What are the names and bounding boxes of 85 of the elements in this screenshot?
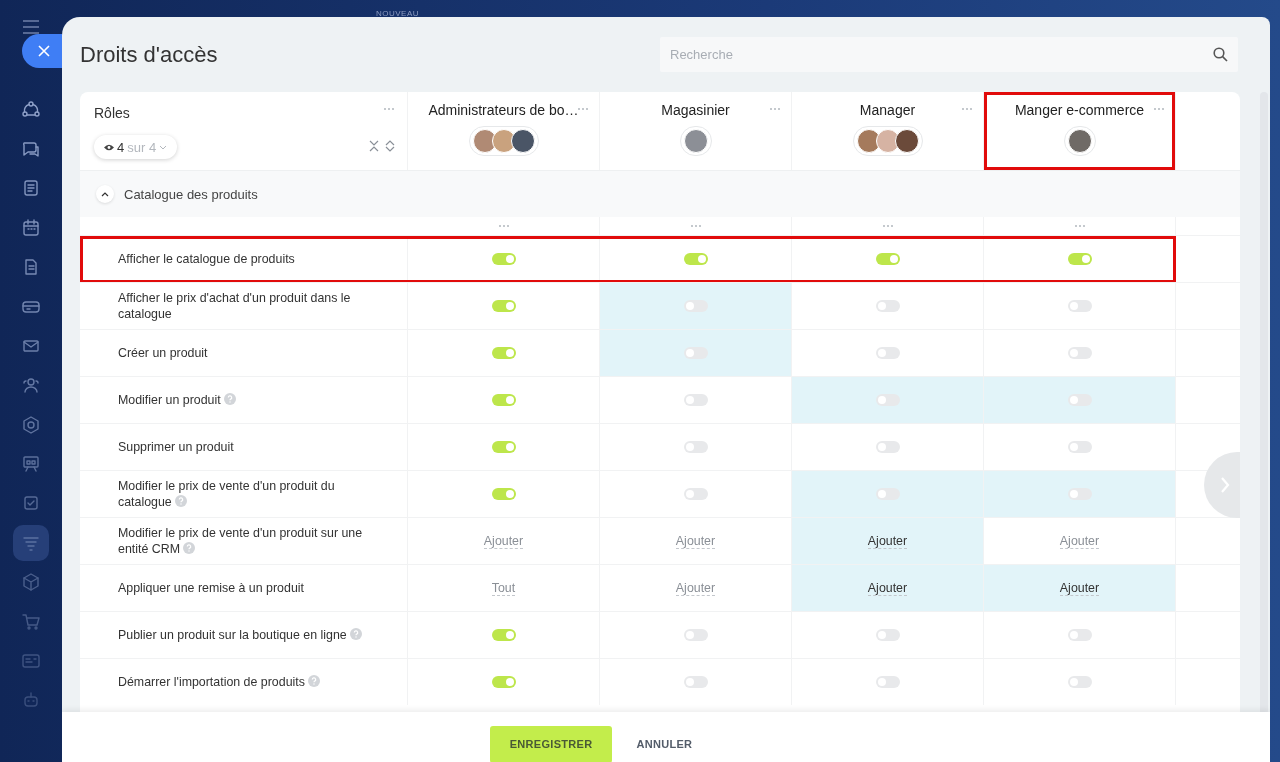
more-icon[interactable] bbox=[383, 107, 395, 111]
toggle-switch[interactable] bbox=[875, 394, 900, 406]
help-icon[interactable] bbox=[224, 393, 237, 405]
toggle-switch[interactable] bbox=[491, 394, 516, 406]
section-title: Catalogue des produits bbox=[124, 186, 258, 202]
avatar-group[interactable] bbox=[468, 126, 539, 156]
add-link[interactable]: Ajouter bbox=[675, 580, 716, 596]
more-icon[interactable] bbox=[1073, 224, 1086, 228]
document-icon bbox=[21, 178, 41, 199]
toggle-switch[interactable] bbox=[491, 253, 516, 265]
chat-icon bbox=[21, 139, 41, 160]
permission-label: Modifier le prix de vente d'un produit du catalogue bbox=[118, 478, 336, 510]
chevron-up-icon bbox=[101, 191, 109, 197]
hexagon-icon bbox=[21, 414, 41, 435]
toggle-switch[interactable] bbox=[491, 347, 516, 359]
toggle-switch[interactable] bbox=[491, 676, 516, 688]
nodes-icon bbox=[21, 99, 41, 120]
toggle-switch[interactable] bbox=[683, 253, 708, 265]
sidebar-item[interactable] bbox=[13, 524, 49, 561]
more-icon[interactable] bbox=[577, 107, 589, 111]
toggle-switch[interactable] bbox=[491, 629, 516, 641]
help-icon[interactable] bbox=[308, 675, 321, 687]
section-toggle[interactable] bbox=[96, 185, 114, 203]
people-icon bbox=[21, 375, 41, 396]
toggle-switch[interactable] bbox=[491, 488, 516, 500]
eye-icon bbox=[104, 143, 114, 151]
more-icon[interactable] bbox=[497, 224, 510, 228]
search-icon[interactable] bbox=[1213, 47, 1228, 62]
permission-label: Publier un produit sur la boutique en ligne bbox=[118, 627, 363, 643]
permission-label: Appliquer une remise à un produit bbox=[118, 580, 304, 596]
help-icon[interactable] bbox=[183, 542, 196, 554]
add-link[interactable]: Ajouter bbox=[1059, 580, 1100, 596]
more-icon[interactable] bbox=[689, 224, 702, 228]
menu-icon[interactable] bbox=[21, 20, 41, 34]
toggle-switch[interactable] bbox=[875, 488, 900, 500]
toggle-switch[interactable] bbox=[875, 253, 900, 265]
scrollbar[interactable] bbox=[1260, 92, 1268, 712]
permission-label: Modifier le prix de vente d'un produit sur une entité CRM bbox=[118, 525, 364, 557]
add-link[interactable]: Ajouter bbox=[1059, 533, 1100, 549]
section-header[interactable]: Catalogue des produits bbox=[80, 170, 1240, 217]
permission-label: Créer un produit bbox=[118, 345, 208, 361]
add-link[interactable]: Ajouter bbox=[867, 580, 908, 596]
add-link[interactable]: Ajouter bbox=[867, 533, 908, 549]
close-button[interactable] bbox=[22, 34, 62, 68]
chevron-right-icon bbox=[1220, 476, 1230, 494]
toggle-switch[interactable] bbox=[683, 347, 708, 359]
search-field[interactable]: Recherche bbox=[660, 37, 1238, 72]
toggle-switch[interactable] bbox=[1067, 488, 1092, 500]
toggle-switch[interactable] bbox=[683, 300, 708, 312]
help-icon[interactable] bbox=[175, 495, 188, 507]
toggle-switch[interactable] bbox=[1067, 253, 1092, 265]
caret-icon bbox=[159, 144, 168, 150]
page-title: Droits d'accès bbox=[80, 41, 218, 68]
save-button[interactable]: ENREGISTRER bbox=[489, 725, 613, 762]
role-name: Administrateurs de bo… bbox=[428, 102, 579, 118]
close-icon bbox=[38, 45, 50, 57]
help-icon[interactable] bbox=[350, 628, 363, 640]
toggle-switch[interactable] bbox=[491, 441, 516, 453]
more-icon[interactable] bbox=[1153, 107, 1165, 111]
cube-icon bbox=[21, 572, 41, 593]
toggle-switch[interactable] bbox=[1067, 394, 1092, 406]
cancel-button[interactable]: ANNULER bbox=[616, 725, 713, 762]
role-name: Magasinier bbox=[661, 102, 730, 118]
next-button[interactable] bbox=[1204, 452, 1240, 518]
avatar-group[interactable] bbox=[852, 126, 923, 156]
add-link[interactable]: Ajouter bbox=[675, 533, 716, 549]
permission-label: Supprimer un produit bbox=[118, 439, 234, 455]
expand-icon[interactable] bbox=[385, 140, 395, 152]
more-icon[interactable] bbox=[881, 224, 894, 228]
new-label: NOUVEAU bbox=[376, 9, 420, 18]
cart-icon bbox=[21, 611, 41, 632]
permission-label: Modifier un produit bbox=[118, 392, 237, 408]
more-icon[interactable] bbox=[769, 107, 781, 111]
permission-label: Afficher le catalogue de produits bbox=[118, 251, 295, 267]
role-name: Manger e-commerce bbox=[1014, 102, 1145, 118]
collapse-icon[interactable] bbox=[369, 140, 379, 152]
more-icon[interactable] bbox=[961, 107, 973, 111]
role-name: Manager bbox=[859, 102, 916, 118]
permission-label: Démarrer l'importation de produits bbox=[118, 674, 321, 690]
permission-label: Afficher le prix d'achat d'un produit dans le catalogue bbox=[118, 290, 352, 322]
role-filter[interactable]: 4 sur 4 bbox=[94, 135, 178, 159]
roles-label: Rôles bbox=[94, 105, 130, 121]
add-link[interactable]: Ajouter bbox=[483, 533, 524, 549]
calendar-icon bbox=[21, 217, 41, 238]
toggle-switch[interactable] bbox=[491, 300, 516, 312]
